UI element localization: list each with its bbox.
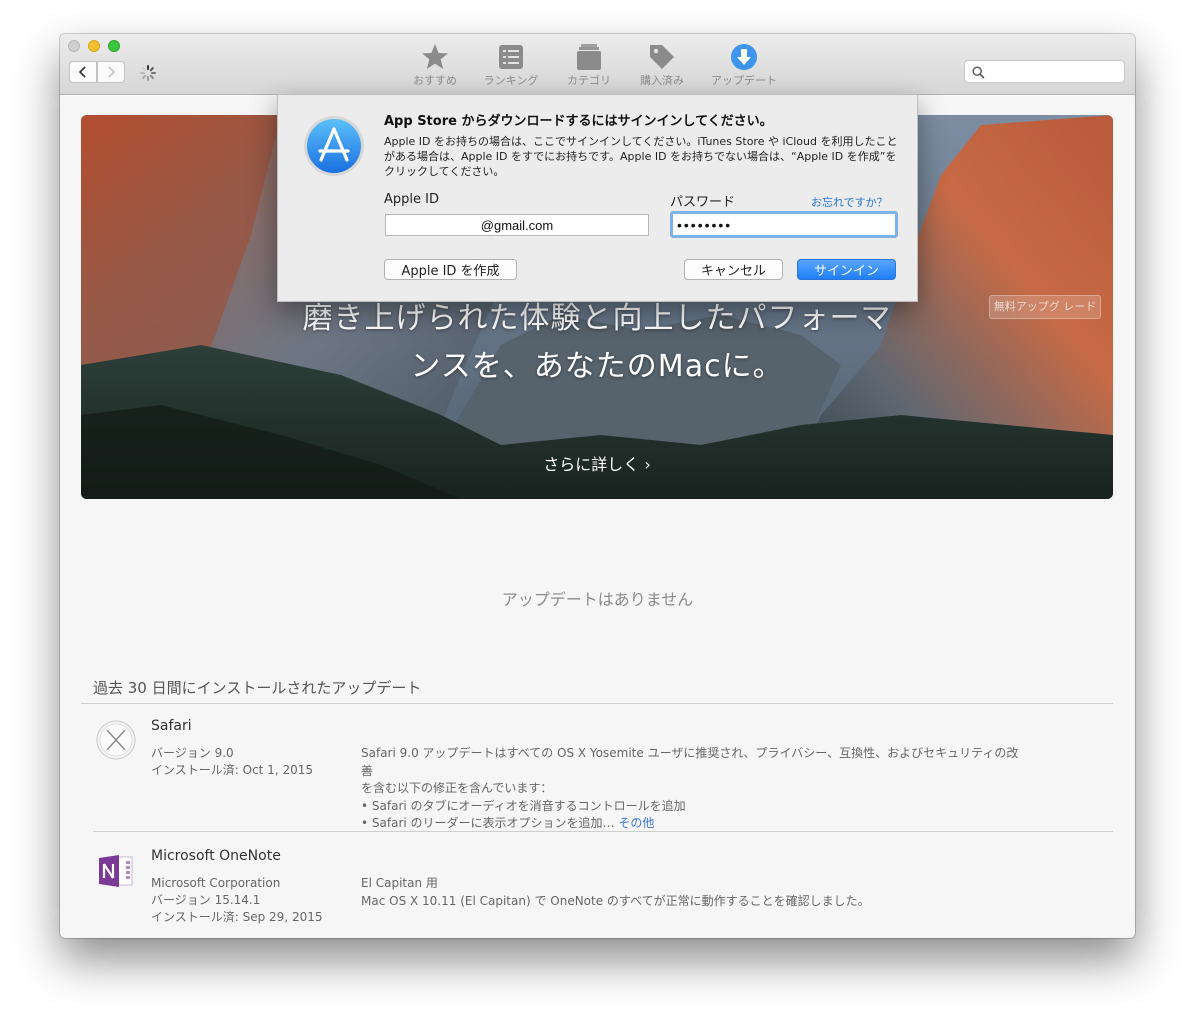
app-description: El Capitan 用 Mac OS X 10.11 (El Capitan)… [361, 875, 1021, 910]
titlebar: おすすめ ランキング カテゴリ 購入済み アップデート [60, 34, 1135, 95]
zoom-window-button[interactable] [108, 40, 120, 52]
forgot-password-link[interactable]: お忘れですか？ [811, 194, 888, 210]
search-field[interactable] [964, 60, 1125, 83]
hero-headline-line1: 磨き上げられた体験と向上したパフォーマ [302, 301, 892, 336]
tab-top-charts-label: ランキング [483, 74, 539, 87]
safari-app-icon [96, 720, 136, 760]
hero-headline-line2: ンスを、あなたのMacに。 [410, 349, 784, 384]
tab-purchased[interactable]: 購入済み [627, 42, 697, 92]
desc-line: • Safari のリーダーに表示オプションを追加… その他 [361, 815, 1021, 833]
tab-featured-label: おすすめ [413, 74, 457, 87]
tab-top-charts[interactable]: ランキング [476, 42, 546, 92]
tab-featured[interactable]: おすすめ [400, 42, 470, 92]
tab-categories-label: カテゴリ [567, 74, 611, 87]
desc-line: Safari 9.0 アップデートはすべての OS X Yosemite ユーザ… [361, 746, 1019, 778]
app-name: Microsoft OneNote [151, 848, 281, 864]
list-icon [499, 45, 523, 69]
chevron-right-icon [108, 66, 116, 78]
apple-id-field[interactable] [385, 214, 649, 236]
category-icon [577, 44, 601, 70]
app-store-icon [304, 116, 364, 176]
app-name: Safari [151, 718, 192, 734]
back-button[interactable] [69, 61, 97, 83]
star-icon [422, 44, 448, 69]
tab-purchased-label: 購入済み [640, 74, 684, 87]
loading-spinner-icon [140, 65, 156, 81]
recent-updates-title: 過去 30 日間にインストールされたアップデート [93, 679, 422, 697]
free-upgrade-badge[interactable]: 無料アップグ レード [989, 295, 1101, 319]
chevron-left-icon [78, 66, 86, 78]
desc-line: Mac OS X 10.11 (El Capitan) で OneNote のす… [361, 893, 870, 908]
row-divider [93, 831, 1113, 832]
password-field[interactable] [670, 211, 898, 238]
app-meta: バージョン 9.0 インストール済: Oct 1, 2015 [151, 745, 313, 779]
desc-line: El Capitan 用 [361, 876, 438, 890]
cancel-button[interactable]: キャンセル [684, 259, 783, 280]
password-label: パスワード [670, 195, 736, 210]
forward-button[interactable] [97, 61, 125, 83]
dialog-title: App Store からダウンロードするにはサインインしてください。 [384, 114, 773, 129]
app-install-date: インストール済: Sep 29, 2015 [151, 910, 323, 924]
close-window-button[interactable] [68, 40, 80, 52]
app-install-date: インストール済: Oct 1, 2015 [151, 763, 313, 777]
hero-headline: 磨き上げられた体験と向上したパフォーマ ンスを、あなたのMacに。 [81, 295, 1113, 391]
hero-learn-more-link[interactable]: さらに詳しく › [81, 451, 1113, 475]
app-meta: Microsoft Corporation バージョン 15.14.1 インスト… [151, 875, 323, 926]
app-version: バージョン 9.0 [151, 746, 234, 760]
sign-in-dialog: App Store からダウンロードするにはサインインしてください。 Apple… [277, 94, 918, 302]
tab-updates-label: アップデート [711, 74, 777, 87]
download-icon [731, 44, 757, 70]
app-description: Safari 9.0 アップデートはすべての OS X Yosemite ユーザ… [361, 745, 1021, 833]
onenote-app-icon [99, 855, 133, 887]
search-input[interactable] [989, 63, 1123, 81]
app-version: バージョン 15.14.1 [151, 893, 261, 907]
search-icon [972, 66, 985, 79]
sign-in-button[interactable]: サインイン [797, 259, 896, 280]
desc-line: を含む以下の修正を含んでいます： [361, 781, 553, 795]
minimize-window-button[interactable] [88, 40, 100, 52]
update-row-safari: Safari バージョン 9.0 インストール済: Oct 1, 2015 Sa… [81, 718, 1113, 830]
desc-line: • Safari のタブにオーディオを消音するコントロールを追加 [361, 798, 686, 813]
create-apple-id-button[interactable]: Apple ID を作成 [384, 259, 517, 280]
more-link[interactable]: その他 [618, 816, 654, 830]
desc-line-text: • Safari のリーダーに表示オプションを追加… [361, 816, 615, 830]
apple-id-label: Apple ID [384, 192, 439, 207]
update-row-onenote: Microsoft OneNote Microsoft Corporation … [81, 848, 1113, 938]
no-updates-message: アップデートはありません [501, 590, 694, 609]
dialog-message: Apple ID をお持ちの場合は、ここでサインインしてください。iTunes … [384, 135, 898, 178]
tab-updates[interactable]: アップデート [709, 42, 779, 92]
tab-categories[interactable]: カテゴリ [554, 42, 624, 92]
tag-icon [650, 45, 674, 69]
app-developer: Microsoft Corporation [151, 876, 281, 890]
section-divider [81, 703, 1113, 704]
